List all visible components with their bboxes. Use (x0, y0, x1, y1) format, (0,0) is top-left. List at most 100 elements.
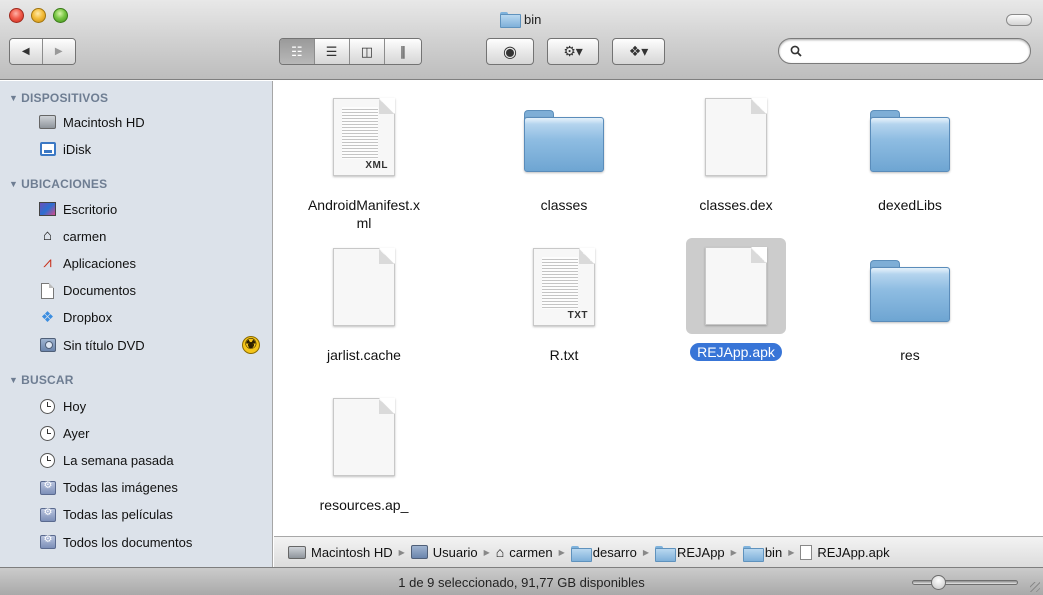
file-name-label: classes (484, 196, 644, 214)
file-item[interactable]: XML AndroidManifest.x ml (279, 89, 449, 239)
zoom-window-button[interactable] (53, 8, 68, 23)
sidebar-item-ayer[interactable]: Ayer (39, 422, 267, 444)
file-type-badge: TXT (567, 310, 588, 321)
forward-button[interactable]: ▶ (42, 39, 75, 64)
file-item[interactable]: REJApp.apk (651, 89, 821, 361)
back-arrow-icon: ◀ (21, 46, 30, 57)
path-bar: Macintosh HD ▶ Usuario ▶ ⌂ carmen ▶ desarro ▶ REJ… (274, 536, 1043, 567)
path-crumb[interactable]: ⌂ carmen (496, 544, 553, 560)
sidebar-section-dispositivos[interactable]: ▼ DISPOSITIVOS (9, 91, 108, 105)
action-menu-button[interactable]: ⚙▾ (547, 38, 599, 65)
icon-view-button[interactable]: ☷ (280, 39, 315, 64)
document-icon (686, 238, 786, 334)
eye-icon: ◉ (503, 43, 517, 61)
eject-icon[interactable] (242, 335, 260, 354)
sidebar-item-label: Dropbox (63, 310, 113, 326)
sidebar-item-aplicaciones[interactable]: ⩘ Aplicaciones (39, 252, 267, 274)
status-text: 1 de 9 seleccionado, 91,77 GB disponible… (398, 575, 645, 590)
file-name-label: dexedLibs (830, 196, 990, 214)
sidebar-item-sin-título-dvd[interactable]: Sin título DVD (39, 334, 267, 356)
search-field[interactable] (778, 38, 1031, 64)
sidebar-item-label: La semana pasada (63, 452, 174, 468)
file-item[interactable]: jarlist.cache (279, 239, 449, 389)
path-crumb-label: Macintosh HD (311, 544, 393, 560)
file-item[interactable]: resources.ap_ (279, 389, 449, 539)
path-crumb-label: REJApp.apk (817, 544, 890, 560)
folder-icon (570, 545, 592, 562)
file-name: res (900, 347, 920, 363)
folder-icon (514, 89, 614, 185)
sidebar-item-todos-los-documentos[interactable]: Todos los documentos (39, 531, 267, 553)
hard-disk-icon (288, 545, 306, 559)
resize-grip-icon[interactable] (1030, 582, 1040, 592)
document-icon (314, 239, 414, 335)
disclosure-triangle-icon[interactable]: ▼ (9, 179, 18, 189)
forward-arrow-icon: ▶ (54, 46, 63, 57)
path-crumb[interactable]: Usuario (410, 545, 478, 560)
clock-icon (39, 425, 56, 441)
file-name: REJApp.apk (690, 343, 782, 361)
path-crumb[interactable]: REJApp.apk (800, 544, 890, 560)
file-item[interactable]: res (825, 239, 995, 389)
disclosure-triangle-icon[interactable]: ▼ (9, 375, 18, 385)
disclosure-triangle-icon[interactable]: ▼ (9, 93, 18, 103)
file-name: resources.ap_ (319, 497, 409, 513)
document-icon: TXT (514, 239, 614, 335)
column-view-icon: ◫ (360, 43, 374, 59)
sidebar-item-dropbox[interactable]: ❖ Dropbox (39, 307, 267, 329)
column-view-button[interactable]: ◫ (349, 39, 386, 64)
sidebar-item-idisk[interactable]: iDisk (39, 138, 267, 160)
sidebar-item-carmen[interactable]: ⌂ carmen (39, 225, 267, 247)
file-item[interactable]: dexedLibs (825, 89, 995, 239)
smart-folder-icon (39, 534, 56, 550)
search-input[interactable] (809, 42, 1019, 60)
coverflow-view-button[interactable]: ∥ (385, 39, 421, 64)
close-window-button[interactable] (9, 8, 24, 23)
file-name-label: R.txt (484, 346, 644, 364)
sidebar-section-title: DISPOSITIVOS (21, 91, 109, 105)
path-separator-icon: ▶ (642, 547, 649, 557)
sidebar-item-hoy[interactable]: Hoy (39, 395, 267, 417)
sidebar-item-macintosh-hd[interactable]: Macintosh HD (39, 111, 267, 133)
sidebar-section-title: BUSCAR (21, 373, 74, 387)
sidebar-item-label: iDisk (63, 141, 92, 157)
list-view-button[interactable]: ☰ (314, 39, 350, 64)
path-crumb-label: carmen (509, 544, 553, 560)
sidebar-item-la-semana-pasada[interactable]: La semana pasada (39, 449, 267, 471)
back-button[interactable]: ◀ (10, 39, 43, 64)
file-item[interactable]: classes (479, 89, 649, 239)
minimize-window-button[interactable] (31, 8, 46, 23)
hard-disk-icon (39, 114, 56, 130)
sidebar-item-label: Sin título DVD (63, 337, 145, 353)
sidebar-item-documentos[interactable]: Documentos (39, 280, 267, 302)
path-separator-icon: ▶ (558, 547, 565, 557)
sidebar-item-todas-las-imágenes[interactable]: Todas las imágenes (39, 477, 267, 499)
path-crumb[interactable]: Macintosh HD (288, 545, 393, 560)
toolbar-toggle-button[interactable] (1006, 14, 1032, 26)
path-crumb[interactable]: bin (742, 545, 782, 562)
dropbox-menu-button[interactable]: ❖▾ (612, 38, 665, 65)
gear-icon: ⚙▾ (563, 43, 583, 59)
coverflow-view-icon: ∥ (399, 43, 407, 59)
sidebar-section-buscar[interactable]: ▼ BUSCAR (9, 373, 74, 387)
path-crumb[interactable]: desarro (570, 545, 637, 562)
icon-size-slider[interactable] (912, 575, 1018, 590)
path-separator-icon: ▶ (730, 547, 737, 557)
document-icon (314, 389, 414, 485)
sidebar-item-todas-las-películas[interactable]: Todas las películas (39, 504, 267, 526)
nav-buttons: ◀ ▶ (9, 38, 76, 65)
file-name: classes (540, 197, 588, 213)
quick-look-button[interactable]: ◉ (486, 38, 534, 65)
path-separator-icon: ▶ (788, 547, 795, 557)
file-item[interactable]: TXT R.txt (479, 239, 649, 389)
clock-icon (39, 452, 56, 468)
dropbox-icon: ❖▾ (628, 43, 649, 59)
path-crumb[interactable]: REJApp (654, 545, 725, 562)
window-toolbar: bin ◀ ▶ ☷ ☰ ◫ ∥ ◉ ⚙▾ ❖▾ (0, 0, 1043, 80)
clock-icon (39, 398, 56, 414)
sidebar-item-escritorio[interactable]: Escritorio (39, 198, 267, 220)
sidebar-section-ubicaciones[interactable]: ▼ UBICACIONES (9, 177, 107, 191)
document-icon (800, 544, 813, 560)
sidebar-item-label: Documentos (63, 283, 136, 299)
icon-size-slider-knob[interactable] (931, 575, 946, 590)
